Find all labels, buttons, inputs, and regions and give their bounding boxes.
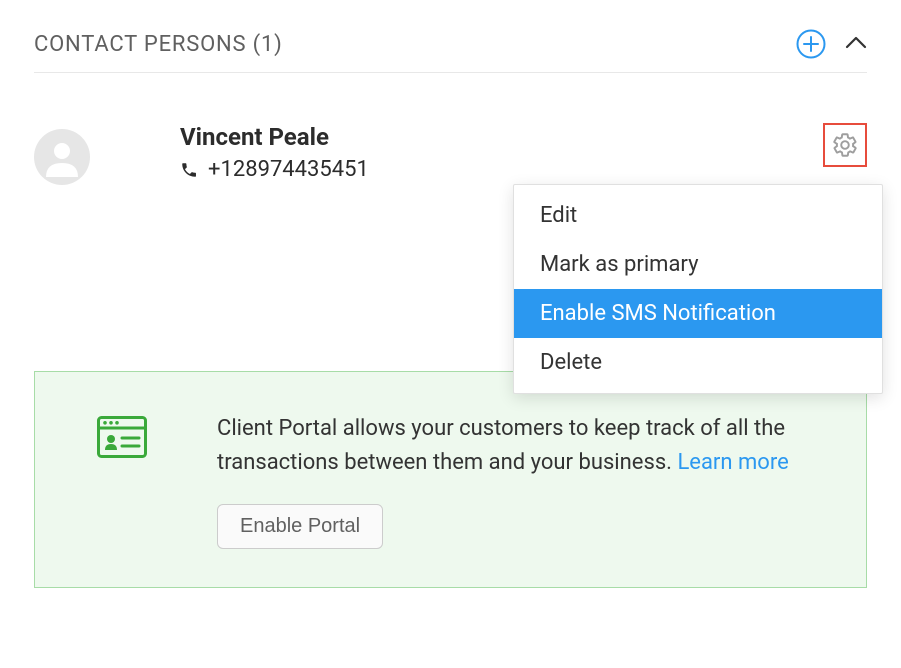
menu-item-mark-primary[interactable]: Mark as primary [514,240,882,289]
menu-item-delete[interactable]: Delete [514,338,882,387]
contact-name: Vincent Peale [180,123,823,151]
contact-settings-button[interactable] [823,123,867,167]
contact-phone: +128974435451 [208,157,369,182]
portal-content: Client Portal allows your customers to k… [217,412,826,549]
portal-icon-wrapper [97,416,147,462]
plus-circle-icon [796,29,826,59]
contact-actions-menu: Edit Mark as primary Enable SMS Notifica… [513,184,883,394]
menu-item-edit[interactable]: Edit [514,191,882,240]
person-icon [42,137,82,177]
add-contact-button[interactable] [795,28,827,60]
portal-description: Client Portal allows your customers to k… [217,412,826,480]
section-header: CONTACT PERSONS (1) [34,20,867,73]
contact-info: Vincent Peale +128974435451 [180,123,823,182]
collapse-toggle[interactable] [845,35,867,54]
avatar [34,129,90,185]
menu-item-enable-sms[interactable]: Enable SMS Notification [514,289,882,338]
section-title: CONTACT PERSONS (1) [34,32,283,57]
contact-phone-row: +128974435451 [180,157,823,182]
gear-icon [832,132,858,158]
contact-row: Vincent Peale +128974435451 [34,73,867,185]
portal-window-icon [97,416,147,458]
learn-more-link[interactable]: Learn more [677,450,788,475]
chevron-up-icon [845,36,867,50]
phone-icon [180,161,198,179]
client-portal-panel: Client Portal allows your customers to k… [34,371,867,588]
header-actions [795,28,867,60]
enable-portal-button[interactable]: Enable Portal [217,504,383,549]
